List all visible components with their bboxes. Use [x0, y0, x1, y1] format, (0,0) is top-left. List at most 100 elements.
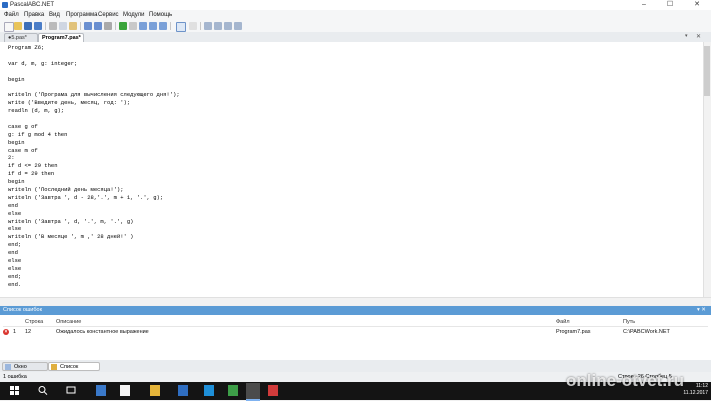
- menu-file[interactable]: Файл: [4, 11, 19, 19]
- code-line[interactable]: begin: [8, 139, 180, 147]
- save-icon[interactable]: [24, 22, 32, 30]
- code-text[interactable]: Program Z6; var d, m, g: integer; begin wri…: [8, 44, 180, 289]
- error-file[interactable]: Program7.pas: [556, 328, 591, 336]
- code-line[interactable]: else: [8, 210, 180, 218]
- error-list-panel: [0, 315, 711, 361]
- tab-program7-pas[interactable]: Program7.pas*: [38, 33, 84, 42]
- code-line[interactable]: end.: [8, 281, 180, 289]
- layout-icon[interactable]: [189, 22, 197, 30]
- clock-time[interactable]: 11:12: [678, 383, 708, 390]
- taskbar-app-icon[interactable]: [96, 385, 106, 396]
- code-line[interactable]: var d, m, g: integer;: [8, 60, 180, 68]
- column-file[interactable]: Файл: [556, 318, 570, 326]
- store-icon[interactable]: [120, 385, 130, 396]
- code-line[interactable]: 2:: [8, 154, 180, 162]
- windows-start-icon[interactable]: [10, 386, 19, 395]
- task-view-icon[interactable]: [66, 385, 76, 396]
- code-line[interactable]: if d <= 29 then: [8, 162, 180, 170]
- code-line[interactable]: else: [8, 265, 180, 273]
- paste-icon[interactable]: [69, 22, 77, 30]
- word-icon[interactable]: [178, 385, 188, 396]
- run-icon[interactable]: [119, 22, 127, 30]
- stop-icon[interactable]: [129, 22, 137, 30]
- close-tab-icon[interactable]: ✕: [696, 33, 701, 40]
- code-line[interactable]: writeln ('В месяце ', m ,' 28 дней!' ): [8, 233, 180, 241]
- code-line[interactable]: case m of: [8, 147, 180, 155]
- clock-date[interactable]: 11.12.2017: [678, 390, 708, 397]
- edge-icon[interactable]: [204, 385, 214, 396]
- code-line[interactable]: if d = 29 then: [8, 170, 180, 178]
- menu-view[interactable]: Вид: [49, 11, 60, 19]
- output-window-icon[interactable]: [176, 22, 186, 32]
- chrome-icon[interactable]: [228, 385, 238, 396]
- code-line[interactable]: begin: [8, 178, 180, 186]
- code-line[interactable]: g: if g mod 4 then: [8, 131, 180, 139]
- save-all-icon[interactable]: [34, 22, 42, 30]
- column-line[interactable]: Строка: [25, 318, 43, 326]
- column-description[interactable]: Описание: [56, 318, 81, 326]
- format-icon[interactable]: [104, 22, 112, 30]
- undo-icon[interactable]: [84, 22, 92, 30]
- maximize-button[interactable]: ☐: [657, 0, 683, 10]
- step-over-icon[interactable]: [159, 22, 167, 30]
- code-line[interactable]: end: [8, 202, 180, 210]
- code-line[interactable]: write ('Введите день, месяц, год: ');: [8, 99, 180, 107]
- cut-icon[interactable]: [49, 22, 57, 30]
- locals-icon[interactable]: [234, 22, 242, 30]
- tab-output-window[interactable]: Окно вывода: [2, 362, 48, 379]
- code-line[interactable]: writeln ('Завтра ', d, '.', m, '.', g): [8, 218, 180, 226]
- error-number[interactable]: 1: [13, 328, 16, 336]
- new-file-icon[interactable]: [4, 22, 14, 32]
- error-description[interactable]: Ожидалось константное выражение: [56, 328, 149, 336]
- debug-window-icon[interactable]: [214, 22, 222, 30]
- code-line[interactable]: writeln ('Последний день месяца!');: [8, 186, 180, 194]
- code-line[interactable]: end;: [8, 273, 180, 281]
- form-designer-icon[interactable]: [204, 22, 212, 30]
- open-folder-icon[interactable]: [14, 22, 22, 30]
- close-button[interactable]: ✕: [684, 0, 710, 10]
- code-line[interactable]: writeln ('Завтра ', d - 28,'.', m + 1, '…: [8, 194, 180, 202]
- copy-icon[interactable]: [59, 22, 67, 30]
- menu-edit[interactable]: Правка: [24, 11, 44, 19]
- menu-help[interactable]: Помощь: [149, 11, 172, 19]
- minimize-button[interactable]: –: [631, 0, 657, 10]
- vertical-scroll-thumb[interactable]: [704, 46, 710, 96]
- tab-5-pas[interactable]: ●5.pas*: [4, 33, 38, 42]
- code-line[interactable]: [8, 68, 180, 76]
- search-icon[interactable]: [38, 385, 48, 396]
- menu-program[interactable]: Программа: [66, 11, 97, 19]
- tab-list-icon[interactable]: ▾: [685, 33, 688, 39]
- watch-icon[interactable]: [224, 22, 232, 30]
- toolbar-separator: [115, 22, 116, 30]
- compile-icon[interactable]: [139, 22, 147, 30]
- horizontal-scrollbar[interactable]: [0, 297, 711, 305]
- code-line[interactable]: [8, 83, 180, 91]
- code-line[interactable]: case g of: [8, 123, 180, 131]
- column-path[interactable]: Путь: [623, 318, 635, 326]
- pin-icon[interactable]: ▾ ✕: [697, 306, 706, 315]
- code-line[interactable]: [8, 115, 180, 123]
- code-line[interactable]: Program Z6;: [8, 44, 180, 52]
- error-list-title: Список ошибок: [3, 307, 42, 313]
- code-line[interactable]: readln (d, m, g);: [8, 107, 180, 115]
- header-divider: [3, 326, 708, 327]
- error-line[interactable]: 12: [25, 328, 31, 336]
- code-line[interactable]: [8, 52, 180, 60]
- menu-service[interactable]: Сервис: [98, 11, 119, 19]
- menu-modules[interactable]: Модули: [123, 11, 145, 19]
- toolbar-separator: [200, 22, 201, 30]
- step-into-icon[interactable]: [149, 22, 157, 30]
- error-path[interactable]: C:\PABCWork.NET: [623, 328, 670, 336]
- pascalabc-taskbar-icon[interactable]: [246, 383, 260, 401]
- code-line[interactable]: writeln ('Програма для вычисления следую…: [8, 91, 180, 99]
- code-line[interactable]: else: [8, 225, 180, 233]
- code-line[interactable]: else: [8, 257, 180, 265]
- tab-error-list[interactable]: Список ошибок: [48, 362, 100, 379]
- code-line[interactable]: begin: [8, 76, 180, 84]
- code-line[interactable]: end;: [8, 241, 180, 249]
- redo-icon[interactable]: [94, 22, 102, 30]
- code-line[interactable]: end: [8, 249, 180, 257]
- file-explorer-icon[interactable]: [150, 385, 160, 396]
- app-icon: [2, 2, 8, 8]
- taskbar-app-icon-2[interactable]: [268, 385, 278, 396]
